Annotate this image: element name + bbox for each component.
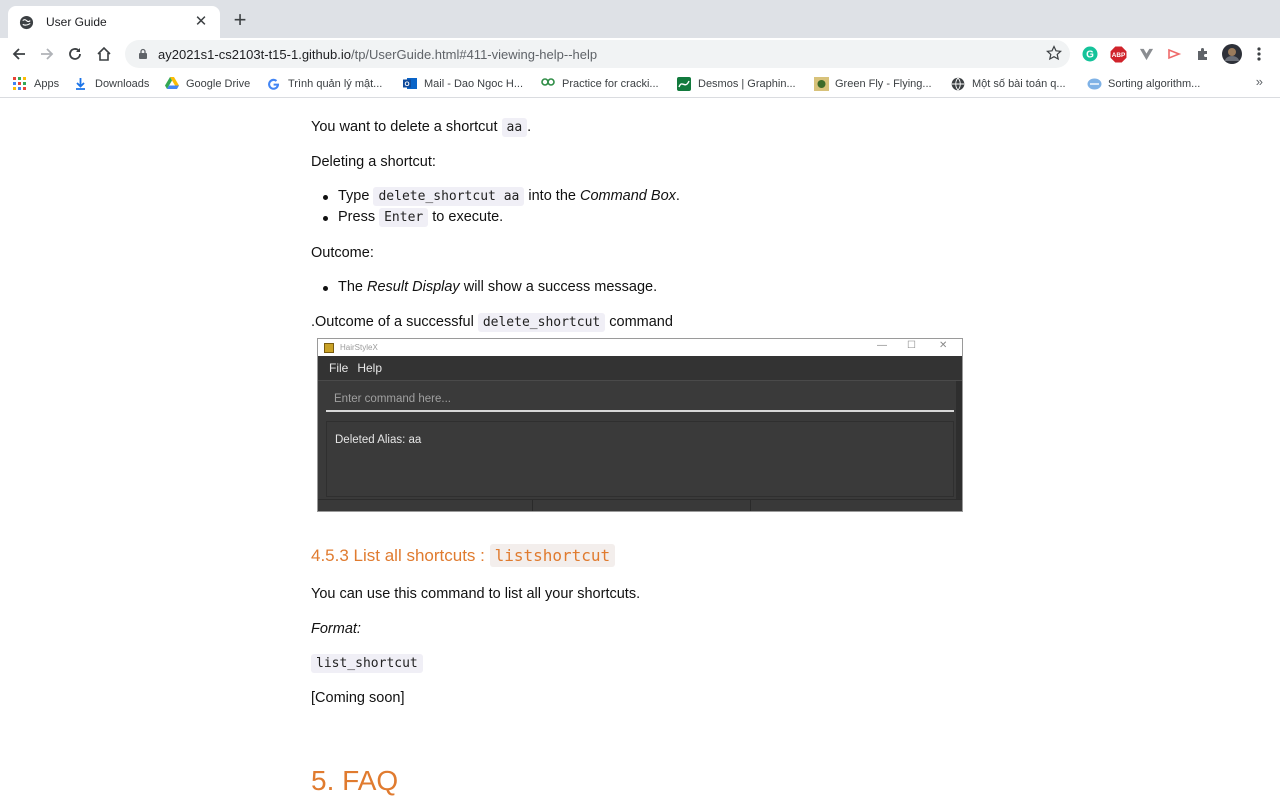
section-heading: 4.5.3 List all shortcuts : listshortcut [311,544,616,567]
bookmark-google-drive[interactable]: Google Drive [165,75,250,93]
green-fly-icon [814,77,829,91]
bookmarks-bar: Apps Downloads Google Drive Trình quản l… [0,70,1280,98]
practice-icon [541,77,555,91]
lock-icon [139,48,147,59]
bullet [323,216,328,221]
new-tab-button[interactable]: + [231,9,249,31]
sorting-icon [1087,77,1102,91]
bookmark-math[interactable]: Một số bài toán q... [951,75,1066,93]
bookmark-sorting[interactable]: Sorting algorithm... [1087,75,1200,93]
bullet [323,286,328,291]
adblock-icon[interactable]: ABP [1109,45,1127,63]
close-icon[interactable]: ✕ [192,13,210,31]
inline-code: delete_shortcut [477,313,606,332]
step-item: Type delete_shortcut aa into the Command… [338,187,680,206]
svg-text:G: G [1086,50,1094,61]
apps-grid-icon [13,77,27,91]
maximize-icon: ☐ [907,340,916,351]
home-icon [97,46,111,61]
google-g-icon [267,77,281,91]
download-icon [74,77,88,91]
page-content: You want to delete a shortcut aa. Deleti… [0,99,1280,800]
bookmark-label: Sorting algorithm... [1108,78,1201,90]
app-menu-help: Help [357,361,383,375]
app-menu-file: File [329,361,349,375]
desmos-icon [677,77,691,91]
bookmark-apps[interactable]: Apps [13,75,59,93]
svg-text:ABP: ABP [1111,52,1125,59]
outcome-item: The Result Display will show a success m… [338,279,658,295]
arrow-right-icon [41,48,54,60]
app-command-placeholder: Enter command here... [334,393,451,405]
figure-caption: .Outcome of a successful delete_shortcut… [311,313,673,332]
bookmark-label: Một số bài toán q... [972,78,1066,90]
format-code: list_shortcut [311,654,423,673]
extensions-puzzle-icon[interactable] [1194,45,1212,63]
app-titlebar: HairStyleX — ☐ ✕ [318,339,962,356]
bookmark-label: Google Drive [186,78,251,90]
bookmark-practice[interactable]: Practice for cracki... [541,75,659,93]
bookmark-desmos[interactable]: Desmos | Graphin... [677,75,796,93]
app-result-text: Deleted Alias: aa [335,434,422,446]
github-globe-icon [18,14,34,30]
vue-devtools-icon[interactable] [1137,45,1155,63]
coming-soon-text: [Coming soon] [311,690,405,706]
outlook-icon: O [403,77,417,91]
url-text: ay2021s1-cs2103t-t15-1.github.io/tp/User… [158,46,598,62]
app-screenshot: HairStyleX — ☐ ✕ File Help Enter command… [317,338,963,512]
tab-user-guide[interactable]: User Guide ✕ [8,6,220,38]
close-icon: ✕ [939,340,948,351]
steps-heading: Deleting a shortcut: [311,154,436,170]
browser-toolbar: ay2021s1-cs2103t-t15-1.github.io/tp/User… [0,38,1280,70]
bookmark-label: Trình quản lý mật... [288,78,383,90]
step-item: Press Enter to execute. [338,208,504,227]
minimize-icon: — [877,340,887,351]
reload-button[interactable] [64,43,86,65]
app-command-box: Enter command here... [326,388,954,412]
address-bar[interactable]: ay2021s1-cs2103t-t15-1.github.io/tp/User… [125,40,1070,68]
tab-strip: User Guide ✕ + [0,0,1280,38]
bookmark-green-fly[interactable]: Green Fly - Flying... [814,75,932,93]
intro-paragraph: You want to delete a shortcut aa. [311,118,532,137]
svg-text:O: O [404,81,409,88]
arrow-left-icon [12,48,25,60]
format-label: Format: [311,621,361,637]
bookmark-label: Downloads [95,78,150,90]
bookmark-password-manager[interactable]: Trình quản lý mật... [267,75,382,93]
inline-code: aa [501,118,528,137]
forward-button[interactable] [36,43,58,65]
bullet [323,195,328,200]
bookmark-mail[interactable]: O Mail - Dao Ngoc H... [403,75,523,93]
bookmarks-overflow-button[interactable]: » [1256,74,1263,89]
grammarly-icon[interactable]: G [1081,45,1099,63]
bookmark-star-icon[interactable] [1046,45,1062,66]
app-result-display: Deleted Alias: aa [326,421,954,497]
globe-icon [951,77,965,91]
bookmark-label: Practice for cracki... [562,78,659,90]
screencast-icon[interactable] [1165,45,1183,63]
google-drive-icon [165,77,179,91]
inline-code: delete_shortcut aa [373,187,525,206]
app-status-bar [318,499,962,511]
app-menubar: File Help [318,356,962,381]
inline-code: listshortcut [489,544,616,567]
more-menu-icon[interactable] [1250,45,1268,63]
tab-title: User Guide [46,15,107,29]
profile-avatar[interactable] [1222,44,1242,64]
bookmark-downloads[interactable]: Downloads [74,75,149,93]
reload-icon [69,48,81,60]
app-window-title: HairStyleX [340,343,378,352]
outcome-heading: Outcome: [311,245,374,261]
back-button[interactable] [8,43,30,65]
faq-heading: 5. FAQ [311,765,399,796]
app-scrollbar [956,381,962,499]
app-logo-icon [324,342,334,353]
bookmark-label: Green Fly - Flying... [835,78,932,90]
inline-code: Enter [379,208,429,227]
bookmark-label: Desmos | Graphin... [698,78,796,90]
section-description: You can use this command to list all you… [311,586,641,602]
home-button[interactable] [93,43,115,65]
bookmark-label: Apps [34,78,60,90]
bookmark-label: Mail - Dao Ngoc H... [424,78,524,90]
